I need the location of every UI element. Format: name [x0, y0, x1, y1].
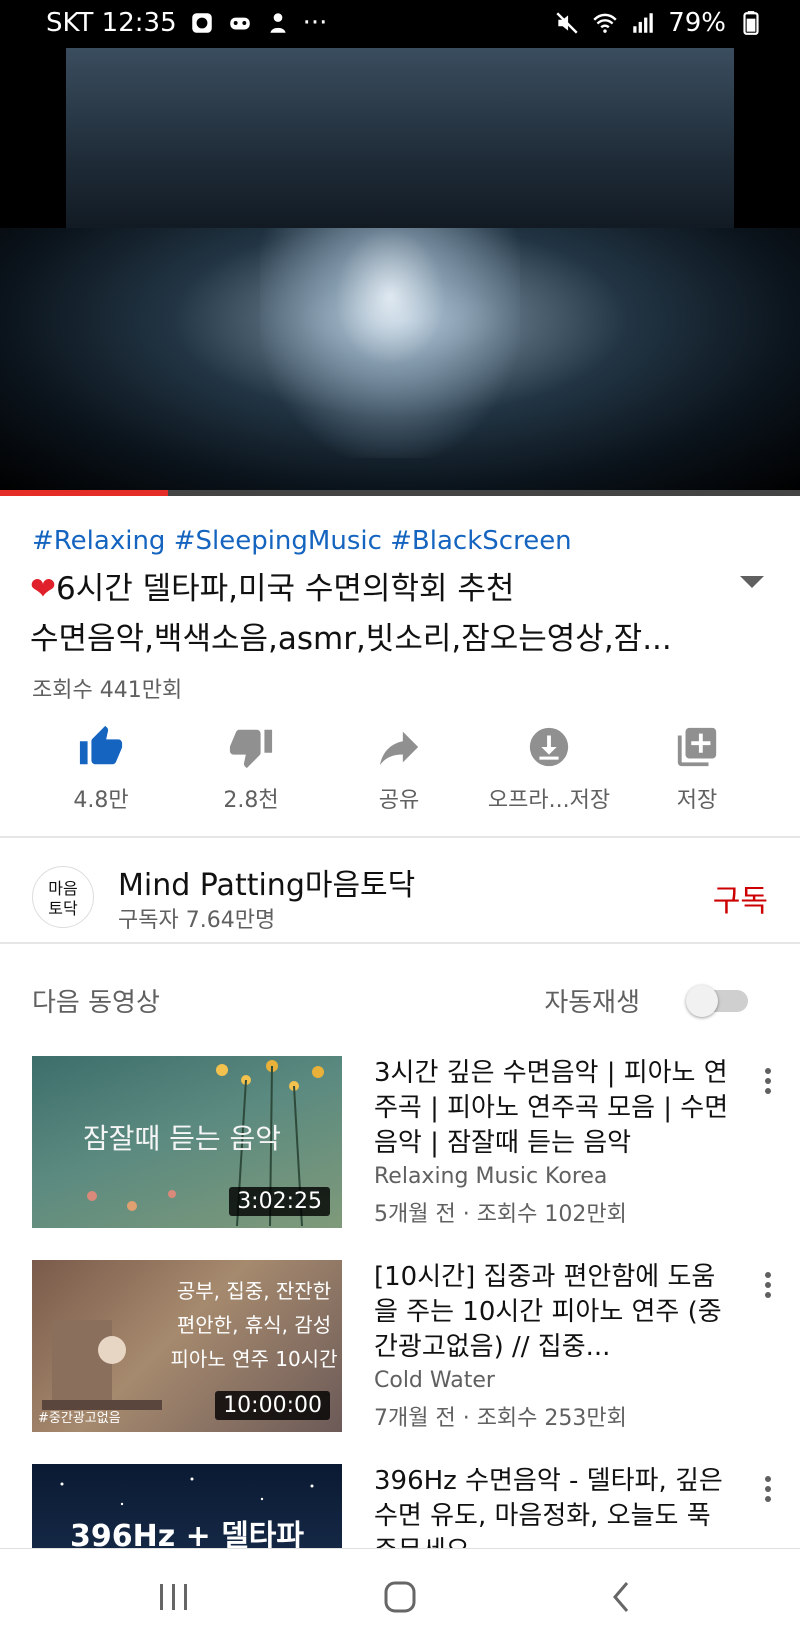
action-row: 4.8만 2.8천 공유 오프라...저장 저장 [0, 722, 800, 814]
expand-description-chevron-icon[interactable] [740, 576, 764, 588]
offline-save-button[interactable]: 오프라...저장 [474, 722, 624, 814]
thumbs-down-icon [229, 729, 273, 769]
notification-person-icon [270, 13, 286, 33]
channel-avatar[interactable]: 마음 토닥 [32, 866, 94, 928]
video-meta: 5개월 전 · 조회수 102만회 [374, 1202, 627, 1227]
back-button[interactable] [592, 1577, 652, 1617]
back-chevron-icon [613, 1582, 629, 1612]
video-title[interactable]: 3시간 깊은 수면음악 | 피아노 연주곡 | 피아노 연주곡 모음 | 수면 … [374, 1056, 734, 1161]
svg-text:편안한, 휴식, 감성: 편안한, 휴식, 감성 [177, 1313, 331, 1337]
video-duration: 3:02:25 [229, 1187, 330, 1216]
autoplay-toggle-knob [686, 985, 718, 1017]
game-icon [229, 17, 250, 30]
add-to-playlist-icon [677, 727, 717, 767]
video-title-line2: 수면음악,백색소음,asmr,빗소리,잠오는영상,잠... [30, 621, 672, 657]
share-button[interactable]: 공유 [324, 722, 474, 814]
home-icon [384, 1581, 416, 1613]
channel-name[interactable]: Mind Patting마음토닥 [118, 860, 415, 904]
video-thumbnail[interactable]: 396Hz + 델타파 [32, 1464, 342, 1548]
like-count: 4.8만 [73, 788, 129, 813]
video-meta: 7개월 전 · 조회수 253만회 [374, 1406, 627, 1431]
notification-app-icon [191, 13, 212, 33]
more-options-icon[interactable] [758, 1064, 778, 1104]
video-player[interactable] [0, 48, 800, 490]
view-count: 조회수 441만회 [32, 678, 183, 703]
recent-apps-icon [160, 1584, 187, 1610]
list-item[interactable]: 공부, 집중, 잔잔한 편안한, 휴식, 감성 피아노 연주 10시간 #중간광… [0, 1260, 800, 1440]
svg-text:마음: 마음 [48, 879, 77, 898]
system-navigation-bar [0, 1548, 800, 1645]
video-title[interactable]: [10시간] 집중과 편안함에 도움을 주는 10시간 피아노 연주 (중간광고… [374, 1260, 734, 1365]
thumbs-up-icon [79, 725, 123, 765]
svg-text:공부, 집중, 잔잔한: 공부, 집중, 잔잔한 [177, 1279, 331, 1303]
svg-text:396Hz + 델타파: 396Hz + 델타파 [70, 1519, 304, 1548]
battery-percent: 79% [668, 8, 726, 38]
thumbnail-stars-art: 396Hz + 델타파 [60, 1477, 314, 1548]
channel-row[interactable]: 마음 토닥 Mind Patting마음토닥 구독자 7.64만명 구독 [0, 838, 800, 938]
recent-apps-button[interactable] [144, 1577, 204, 1617]
video-thumbnail[interactable]: 공부, 집중, 잔잔한 편안한, 휴식, 감성 피아노 연주 10시간 #중간광… [32, 1260, 342, 1432]
video-thumbnail[interactable]: 잠잘때 듣는 음악 3:02:25 [32, 1056, 342, 1228]
video-title[interactable]: ❤6시간 델타파,미국 수면의학회 추천 수면음악,백색소음,asmr,빗소리,… [30, 564, 710, 664]
up-next-header: 다음 동영상 자동재생 [0, 972, 800, 1032]
autoplay-toggle[interactable] [686, 985, 748, 1017]
video-progress-bar[interactable] [0, 490, 800, 496]
status-bar-right: 79% [554, 8, 764, 38]
autoplay-label: 자동재생 [544, 988, 640, 1018]
svg-text:#중간광고없음: #중간광고없음 [38, 1411, 121, 1426]
svg-text:잠잘때 듣는 음악: 잠잘때 듣는 음악 [83, 1122, 281, 1155]
svg-text:토닥: 토닥 [48, 899, 78, 918]
download-icon [529, 727, 569, 767]
video-channel: Relaxing Music Korea [374, 1164, 608, 1189]
video-title[interactable]: 396Hz 수면음악 - 델타파, 깊은 수면 유도, 마음정화, 오늘도 푹 … [374, 1464, 734, 1548]
video-duration: 10:00:00 [215, 1391, 330, 1420]
wifi-icon [593, 13, 617, 33]
divider [0, 942, 800, 944]
status-bar-left: SKT 12:35 ··· [46, 8, 327, 38]
video-progress-fill [0, 490, 168, 496]
video-title-line1: 6시간 델타파,미국 수면의학회 추천 [55, 571, 515, 607]
dislike-button[interactable]: 2.8천 [176, 722, 326, 814]
like-button[interactable]: 4.8만 [26, 722, 176, 814]
battery-icon [743, 11, 759, 35]
list-item[interactable]: 잠잘때 듣는 음악 3:02:25 3시간 깊은 수면음악 | 피아노 연주곡 … [0, 1056, 800, 1236]
video-frame-sky [66, 48, 734, 238]
svg-text:피아노 연주 10시간: 피아노 연주 10시간 [171, 1347, 338, 1371]
more-options-icon[interactable] [758, 1268, 778, 1308]
more-options-icon[interactable] [758, 1472, 778, 1512]
video-channel: Cold Water [374, 1368, 495, 1393]
share-icon [379, 731, 419, 766]
more-notifications-icon: ··· [302, 8, 328, 38]
video-hashtags[interactable]: #Relaxing #SleepingMusic #BlackScreen [32, 526, 572, 556]
save-to-playlist-button[interactable]: 저장 [622, 722, 772, 814]
carrier-time: SKT 12:35 [46, 8, 177, 38]
heart-emoji: ❤ [30, 571, 56, 607]
channel-subscribers: 구독자 7.64만명 [118, 908, 276, 933]
offline-save-label: 오프라...저장 [487, 788, 611, 813]
signal-icon [633, 13, 653, 33]
mute-icon [556, 12, 578, 34]
video-frame-moonlight [260, 228, 520, 458]
list-item[interactable]: 396Hz + 델타파 396Hz 수면음악 - 델타파, 깊은 수면 유도, … [0, 1464, 800, 1548]
share-label: 공유 [378, 788, 420, 813]
dislike-count: 2.8천 [223, 788, 279, 813]
home-button[interactable] [370, 1577, 430, 1617]
subscribe-button[interactable]: 구독 [713, 876, 768, 920]
up-next-label: 다음 동영상 [32, 988, 160, 1018]
channel-logo: 마음 토닥 [48, 879, 78, 918]
save-label: 저장 [676, 788, 718, 813]
status-bar: SKT 12:35 ··· 79% [0, 0, 800, 48]
